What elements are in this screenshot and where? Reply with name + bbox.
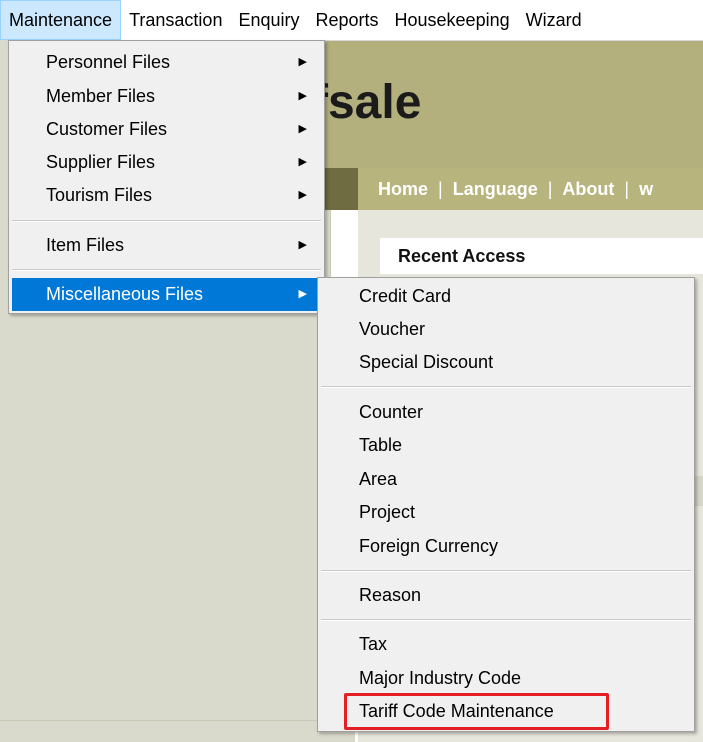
menu-item-reason[interactable]: Reason: [321, 579, 691, 612]
nav-separator: |: [624, 178, 630, 199]
submenu-arrow-icon: ▶: [298, 189, 307, 201]
menu-separator: [12, 220, 321, 222]
menu-item-member-files[interactable]: Member Files ▶: [12, 80, 321, 113]
menu-bar: Maintenance Transaction Enquiry Reports …: [0, 0, 703, 41]
menu-item-label: Counter: [359, 402, 424, 422]
menu-enquiry[interactable]: Enquiry: [230, 0, 307, 40]
menu-item-table[interactable]: Table: [321, 429, 691, 462]
nav-link-about[interactable]: About: [562, 179, 614, 200]
menu-item-customer-files[interactable]: Customer Files ▶: [12, 113, 321, 146]
menu-item-label: Special Discount: [359, 352, 494, 372]
menu-item-major-industry-code[interactable]: Major Industry Code: [321, 662, 691, 695]
menu-item-label: Personnel Files: [46, 52, 171, 72]
menu-item-label: Supplier Files: [46, 152, 156, 172]
menu-item-label: Tax: [359, 634, 388, 654]
menu-separator: [321, 570, 691, 572]
menu-item-label: Area: [359, 469, 398, 489]
menu-housekeeping[interactable]: Housekeeping: [387, 0, 518, 40]
submenu-arrow-icon: ▶: [298, 288, 307, 300]
menu-item-supplier-files[interactable]: Supplier Files ▶: [12, 146, 321, 179]
menu-item-label: Credit Card: [359, 286, 452, 306]
nav-link-home[interactable]: Home: [378, 179, 428, 200]
menu-item-label: Member Files: [46, 86, 156, 106]
menu-item-personnel-files[interactable]: Personnel Files ▶: [12, 46, 321, 79]
menu-maintenance[interactable]: Maintenance: [0, 0, 122, 40]
menu-item-item-files[interactable]: Item Files ▶: [12, 229, 321, 262]
menu-item-area[interactable]: Area: [321, 463, 691, 496]
menu-separator: [12, 269, 321, 271]
menu-item-label: Voucher: [359, 319, 426, 339]
maintenance-dropdown: Personnel Files ▶ Member Files ▶ Custome…: [8, 40, 325, 314]
nav-separator: |: [438, 178, 443, 199]
brand-logo-text: fsale: [312, 76, 422, 129]
menu-separator: [321, 386, 691, 388]
menu-item-foreign-currency[interactable]: Foreign Currency: [321, 530, 691, 563]
menu-item-special-discount[interactable]: Special Discount: [321, 346, 691, 379]
menu-item-voucher[interactable]: Voucher: [321, 313, 691, 346]
menu-item-label: Major Industry Code: [359, 668, 522, 688]
menu-item-label: Table: [359, 435, 403, 455]
top-nav-bar: Home | Language | About | w: [358, 168, 703, 210]
menu-item-miscellaneous-files[interactable]: Miscellaneous Files ▶: [12, 278, 321, 311]
submenu-arrow-icon: ▶: [298, 239, 307, 251]
submenu-arrow-icon: ▶: [298, 123, 307, 135]
miscellaneous-files-submenu: Credit Card Voucher Special Discount Cou…: [317, 277, 695, 732]
menu-item-counter[interactable]: Counter: [321, 396, 691, 429]
menu-item-label: Tourism Files: [46, 185, 153, 205]
menu-item-label: Item Files: [46, 235, 125, 255]
menu-item-tourism-files[interactable]: Tourism Files ▶: [12, 179, 321, 212]
app-window: fsale Home | Language | About | w Recent…: [0, 0, 703, 742]
nav-separator: |: [547, 178, 553, 199]
submenu-arrow-icon: ▶: [298, 90, 307, 102]
submenu-arrow-icon: ▶: [298, 156, 307, 168]
nav-link-language[interactable]: Language: [453, 179, 538, 200]
menu-item-label: Miscellaneous Files: [46, 284, 204, 304]
menu-item-label: Customer Files: [46, 119, 168, 139]
menu-item-label: Reason: [359, 585, 422, 605]
menu-item-label: Foreign Currency: [359, 536, 499, 556]
menu-item-project[interactable]: Project: [321, 496, 691, 529]
menu-transaction[interactable]: Transaction: [121, 0, 230, 40]
menu-item-credit-card[interactable]: Credit Card: [321, 280, 691, 313]
left-panel-footer: [0, 720, 355, 742]
annotation-highlight-box: [344, 693, 609, 730]
menu-item-tax[interactable]: Tax: [321, 628, 691, 661]
nav-link-truncated[interactable]: w: [639, 179, 653, 200]
submenu-arrow-icon: ▶: [298, 56, 307, 68]
menu-wizard[interactable]: Wizard: [518, 0, 590, 40]
menu-reports[interactable]: Reports: [307, 0, 386, 40]
recent-access-header: Recent Access: [380, 238, 703, 274]
menu-item-label: Project: [359, 502, 416, 522]
menu-separator: [321, 619, 691, 621]
